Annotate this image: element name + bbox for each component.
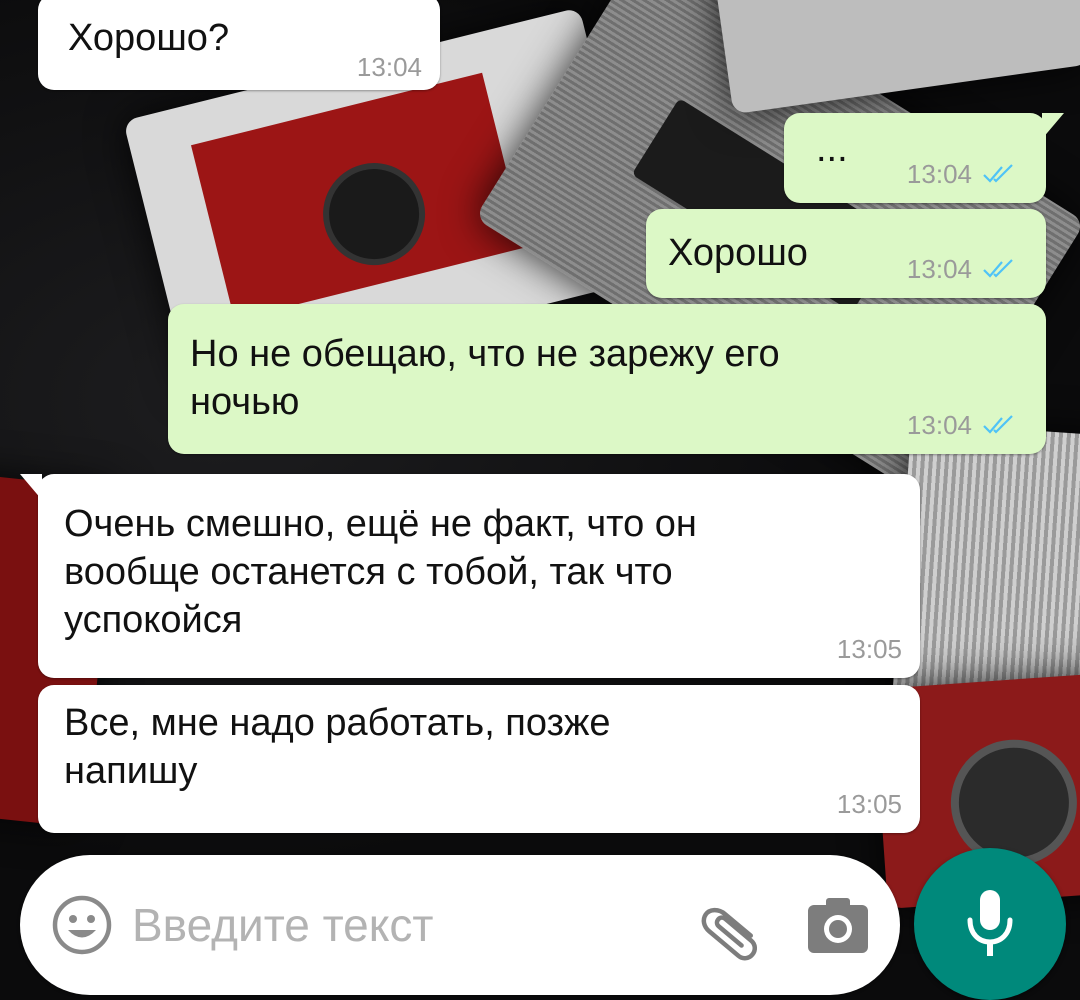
wallpaper-cassette-reel [946,735,1080,871]
paperclip-icon[interactable] [700,893,770,963]
message-meta: 13:04 [357,52,422,82]
message-meta: 13:05 [837,789,902,819]
outgoing-message[interactable]: ... 13:04 [784,113,1064,203]
incoming-message[interactable]: Все, мне надо работать, позже напишу 13:… [38,685,920,833]
read-ticks-icon [983,164,1013,183]
incoming-message[interactable]: Очень смешно, ещё не факт, что он вообще… [20,474,920,678]
outgoing-message[interactable]: Хорошо 13:04 [646,209,1046,298]
message-time: 13:04 [906,254,972,284]
message-time: 13:05 [836,789,902,819]
microphone-button[interactable] [914,848,1066,1000]
message-meta: 13:04 [907,254,1016,284]
incoming-message[interactable]: Хорошо? 13:04 [38,0,440,90]
message-input[interactable] [132,885,672,965]
message-time: 13:04 [356,52,422,82]
message-text: Все, мне надо работать, позже напишу [64,702,611,792]
outgoing-message[interactable]: Но не обещаю, что не зарежу его ночью 13… [168,304,1046,454]
message-meta: 13:04 [907,159,1016,189]
message-time: 13:04 [906,159,972,189]
message-meta: 13:05 [837,634,902,664]
message-text: Очень смешно, ещё не факт, что он вообще… [64,503,697,641]
read-ticks-icon [983,415,1013,434]
microphone-icon [967,890,1013,956]
message-text: Но не обещаю, что не зарежу его ночью [190,333,780,423]
read-ticks-icon [983,259,1013,278]
message-meta: 13:04 [907,410,1016,440]
message-time: 13:04 [906,410,972,440]
camera-icon[interactable] [806,895,870,955]
wallpaper-cassette [709,0,1080,115]
message-time: 13:05 [836,634,902,664]
message-composer [20,855,900,995]
emoji-icon[interactable] [50,893,114,957]
